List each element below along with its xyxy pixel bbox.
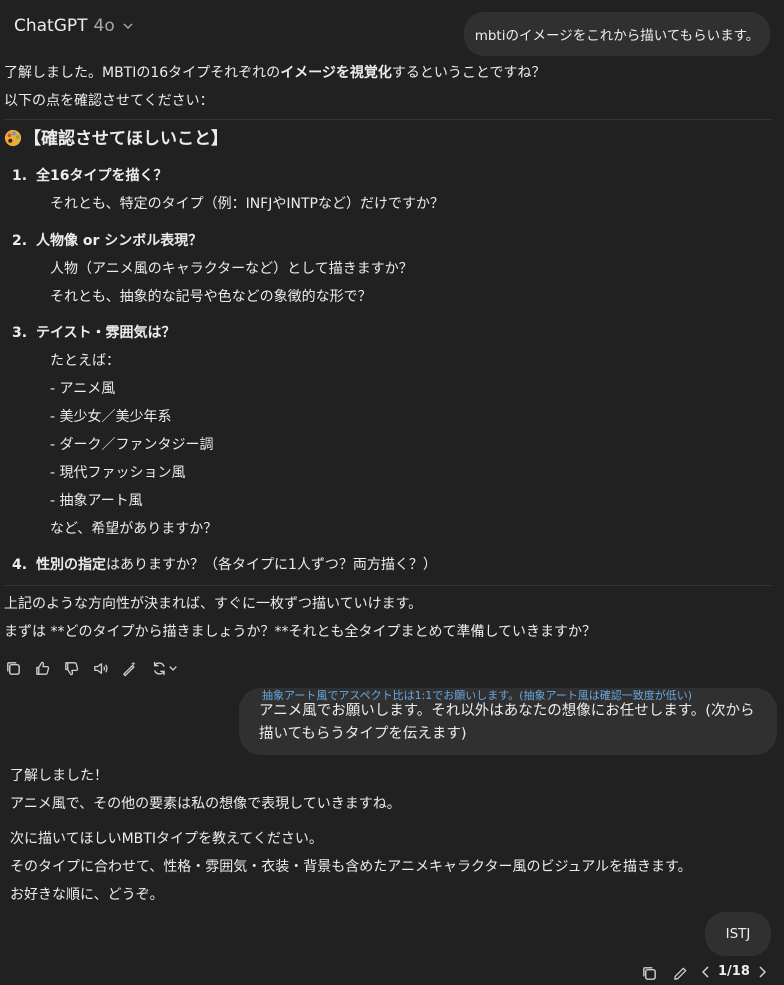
chevron-right-icon[interactable]	[756, 965, 768, 979]
list-item-detail: - アニメ風	[50, 381, 116, 397]
list-item: 1. 全16タイプを描く？	[12, 166, 167, 186]
assistant-reply-line: そのタイプに合わせて、性格・雰囲気・衣装・背景も含めたアニメキャラクター風のビジ…	[10, 859, 692, 875]
assistant-reply-line: 次に描いてほしいMBTIタイプを教えてください。	[10, 831, 323, 847]
palette-icon	[4, 129, 22, 147]
list-item-detail: それとも、特定のタイプ（例：INFJやINTPなど）だけですか？	[50, 196, 444, 212]
list-title-rest: はありますか？（各タイプに1人ずつ？両方描く？）	[105, 557, 437, 573]
speaker-icon[interactable]	[92, 660, 109, 677]
list-item-detail: など、希望がありますか？	[50, 521, 218, 537]
section-heading-text: 【確認させてほしいこと】	[24, 129, 228, 149]
intro-text-a: 了解しました。MBTIの16タイプそれぞれの	[4, 65, 281, 81]
list-item: 4. 性別の指定はありますか？（各タイプに1人ずつ？両方描く？）	[12, 555, 437, 575]
list-item-detail: - ダーク／ファンタジー調	[50, 437, 214, 453]
list-item-detail: たとえば：	[50, 353, 120, 369]
copy-icon[interactable]	[641, 965, 658, 982]
list-title: 全16タイプを描く？	[35, 168, 168, 184]
divider	[4, 119, 772, 120]
assistant-reply-line: アニメ風で、その他の要素は私の想像で表現していきますね。	[10, 796, 401, 812]
list-number: 3.	[12, 325, 28, 341]
intro-bold: イメージを視覚化	[280, 65, 392, 81]
assistant-outro: 上記のような方向性が決まれば、すぐに一枚ずつ描いていけます。	[4, 596, 423, 612]
assistant-reply-line: お好きな順に、どうぞ。	[10, 887, 164, 903]
user-message-text: アニメ風でお願いします。それ以外はあなたの想像にお任せします。(次から描いてもら…	[259, 703, 755, 742]
user-message-actions	[641, 965, 689, 982]
user-message-text: ISTJ	[725, 926, 751, 942]
list-item-detail: それとも、抽象的な記号や色などの象徴的な形で？	[50, 289, 372, 305]
model-name: 4o	[93, 16, 115, 36]
assistant-reply-line: 了解しました！	[10, 768, 108, 784]
divider	[4, 585, 772, 586]
user-message: mbtiのイメージをこれから描いてもらいます。	[464, 12, 770, 56]
section-heading: 【確認させてほしいこと】	[4, 127, 228, 151]
list-number: 4.	[12, 557, 28, 573]
assistant-intro-2: 以下の点を確認させてください：	[4, 93, 214, 109]
thumbs-up-icon[interactable]	[34, 660, 51, 677]
list-title: テイスト・雰囲気は？	[35, 325, 176, 341]
list-item-detail: 人物（アニメ風のキャラクターなど）として描きますか？	[50, 261, 413, 277]
list-item-detail: - 美少女／美少年系	[50, 409, 172, 425]
thumbs-down-icon[interactable]	[63, 660, 80, 677]
chevron-left-icon[interactable]	[700, 965, 712, 979]
user-message-text: mbtiのイメージをこれから描いてもらいます。	[474, 28, 760, 44]
model-selector[interactable]: ChatGPT 4o	[14, 16, 133, 36]
list-item: 2. 人物像 or シンボル表現？	[12, 231, 202, 251]
assistant-outro-2: まずは **どのタイプから描きましょうか？**それとも全タイプまとめて準備してい…	[4, 624, 597, 640]
list-title: 性別の指定	[35, 557, 106, 573]
list-item-detail: - 現代ファッション風	[50, 465, 186, 481]
edit-icon[interactable]	[672, 965, 689, 982]
assistant-intro: 了解しました。MBTIの16タイプそれぞれのイメージを視覚化するということですね…	[4, 63, 546, 83]
pager-label: 1/18	[718, 964, 750, 979]
list-number: 1.	[12, 168, 28, 184]
list-number: 2.	[12, 233, 28, 249]
app-title: ChatGPT	[14, 16, 88, 36]
message-pager: 1/18	[700, 964, 768, 979]
edit-sparkle-icon[interactable]	[121, 660, 138, 677]
list-title: 人物像 or シンボル表現？	[35, 233, 203, 249]
list-item-detail: - 抽象アート風	[50, 493, 143, 509]
copy-icon[interactable]	[5, 660, 22, 677]
chevron-down-icon	[123, 23, 133, 30]
message-actions	[5, 660, 180, 677]
list-item: 3. テイスト・雰囲気は？	[12, 323, 176, 343]
regenerate-button[interactable]	[150, 660, 180, 677]
intro-text-b: するということですね？	[391, 65, 546, 81]
user-message: ISTJ	[705, 912, 771, 956]
